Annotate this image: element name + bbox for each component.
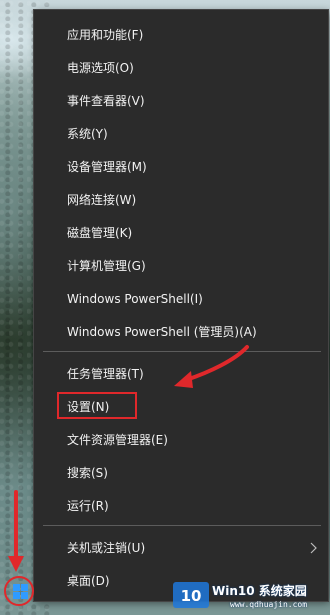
menu-item-power-options[interactable]: 电源选项(O) xyxy=(34,51,328,84)
menu-item-label: 任务管理器(T) xyxy=(67,366,144,381)
winx-context-menu: 应用和功能(F) 电源选项(O) 事件查看器(V) 系统(Y) 设备管理器(M)… xyxy=(34,10,328,601)
menu-item-label: 关机或注销(U) xyxy=(67,540,146,555)
site-watermark: 10 Win10 系统家园 www.qdhuajin.com xyxy=(170,576,330,615)
menu-item-label: Windows PowerShell(I) xyxy=(67,291,203,306)
start-button-highlight-circle xyxy=(4,576,34,606)
menu-item-powershell-admin[interactable]: Windows PowerShell (管理员)(A) xyxy=(34,315,328,348)
menu-item-task-manager[interactable]: 任务管理器(T) xyxy=(34,357,328,390)
watermark-url: www.qdhuajin.com xyxy=(230,600,308,609)
menu-item-file-explorer[interactable]: 文件资源管理器(E) xyxy=(34,423,328,456)
menu-item-label: 系统(Y) xyxy=(67,126,108,141)
menu-item-label: 文件资源管理器(E) xyxy=(67,432,168,447)
menu-item-label: Windows PowerShell (管理员)(A) xyxy=(67,324,257,339)
menu-item-computer-management[interactable]: 计算机管理(G) xyxy=(34,249,328,282)
menu-item-disk-management[interactable]: 磁盘管理(K) xyxy=(34,216,328,249)
menu-item-search[interactable]: 搜索(S) xyxy=(34,456,328,489)
menu-item-label: 事件查看器(V) xyxy=(67,93,145,108)
menu-separator xyxy=(43,351,321,352)
watermark-title: Win10 系统家园 xyxy=(212,584,307,598)
menu-item-label: 计算机管理(G) xyxy=(67,258,146,273)
menu-item-apps-and-features[interactable]: 应用和功能(F) xyxy=(34,18,328,51)
menu-item-system[interactable]: 系统(Y) xyxy=(34,117,328,150)
menu-item-label: 应用和功能(F) xyxy=(67,27,144,42)
menu-item-powershell[interactable]: Windows PowerShell(I) xyxy=(34,282,328,315)
chevron-right-icon xyxy=(310,542,317,553)
menu-item-shutdown-or-sign-out[interactable]: 关机或注销(U) xyxy=(34,531,328,564)
menu-item-label: 搜索(S) xyxy=(67,465,108,480)
menu-item-label: 设备管理器(M) xyxy=(67,159,147,174)
win10-logo-icon: 10 xyxy=(173,582,209,608)
menu-item-label: 运行(R) xyxy=(67,498,109,513)
menu-item-label: 桌面(D) xyxy=(67,573,110,588)
watermark-icon-text: 10 xyxy=(181,587,202,605)
menu-item-label: 磁盘管理(K) xyxy=(67,225,133,240)
menu-item-event-viewer[interactable]: 事件查看器(V) xyxy=(34,84,328,117)
menu-item-device-manager[interactable]: 设备管理器(M) xyxy=(34,150,328,183)
menu-separator xyxy=(43,525,321,526)
menu-item-label: 网络连接(W) xyxy=(67,192,137,207)
settings-highlight-box xyxy=(57,392,137,419)
menu-item-run[interactable]: 运行(R) xyxy=(34,489,328,522)
menu-item-network-connections[interactable]: 网络连接(W) xyxy=(34,183,328,216)
menu-item-label: 电源选项(O) xyxy=(67,60,134,75)
